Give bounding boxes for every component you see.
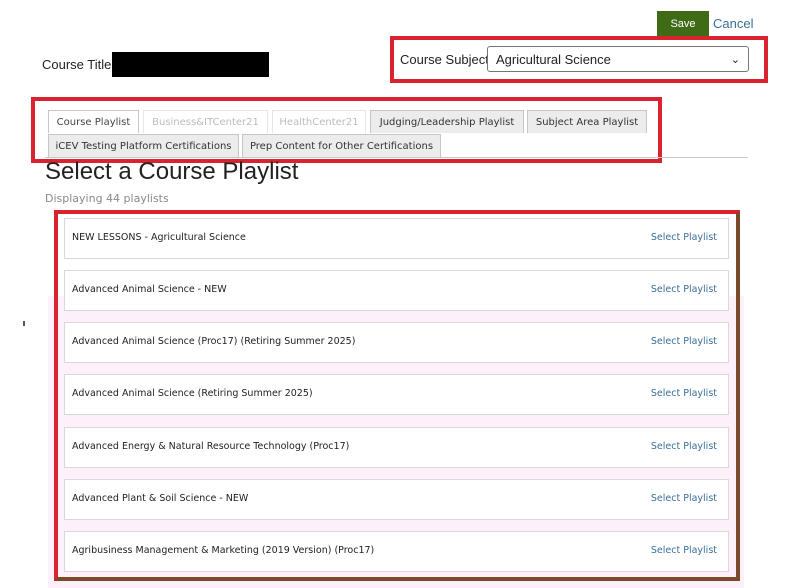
- tab-label: HealthCenter21: [279, 116, 359, 128]
- tab-label: Judging/Leadership Playlist: [379, 116, 515, 128]
- tab-judging-leadership[interactable]: Judging/Leadership Playlist: [370, 110, 524, 133]
- playlist-name: Advanced Animal Science - NEW: [72, 284, 227, 295]
- tab-label: Course Playlist: [56, 116, 131, 128]
- select-playlist-link[interactable]: Select Playlist: [651, 545, 717, 556]
- playlist-count: Displaying 44 playlists: [45, 192, 169, 205]
- select-playlist-link[interactable]: Select Playlist: [651, 441, 717, 452]
- course-subject-value: Agricultural Science: [496, 51, 611, 67]
- tab-business-itcenter21[interactable]: Business&ITCenter21: [143, 110, 268, 133]
- playlist-name: Advanced Animal Science (Proc17) (Retiri…: [72, 336, 356, 347]
- chevron-down-icon: ⌄: [730, 53, 740, 66]
- tab-label: Prep Content for Other Certifications: [249, 140, 434, 152]
- course-title-field[interactable]: [112, 52, 269, 77]
- playlist-row: Advanced Animal Science (Retiring Summer…: [64, 374, 729, 415]
- playlist-row: Advanced Energy & Natural Resource Techn…: [64, 427, 729, 468]
- tab-label: iCEV Testing Platform Certifications: [55, 140, 232, 152]
- playlist-row: Agribusiness Management & Marketing (201…: [64, 531, 729, 572]
- cancel-link[interactable]: Cancel: [713, 16, 753, 31]
- playlist-name: Advanced Energy & Natural Resource Techn…: [72, 441, 350, 452]
- tab-course-playlist[interactable]: Course Playlist: [48, 110, 139, 133]
- course-subject-label: Course Subject:: [400, 52, 493, 67]
- tab-label: Business&ITCenter21: [152, 116, 259, 128]
- tab-icev-testing[interactable]: iCEV Testing Platform Certifications: [48, 134, 239, 157]
- scroll-marker: [23, 321, 25, 326]
- select-playlist-link[interactable]: Select Playlist: [651, 284, 717, 295]
- tab-subject-area[interactable]: Subject Area Playlist: [527, 110, 647, 133]
- page-title: Select a Course Playlist: [45, 158, 299, 185]
- playlist-row: Advanced Animal Science (Proc17) (Retiri…: [64, 322, 729, 363]
- course-title-label: Course Title:: [42, 57, 115, 72]
- select-playlist-link[interactable]: Select Playlist: [651, 388, 717, 399]
- save-button[interactable]: Save: [657, 11, 709, 37]
- playlist-row: Advanced Animal Science - NEW Select Pla…: [64, 270, 729, 311]
- tab-label: Subject Area Playlist: [535, 116, 639, 128]
- playlist-row: Advanced Plant & Soil Science - NEW Sele…: [64, 479, 729, 520]
- select-playlist-link[interactable]: Select Playlist: [651, 232, 717, 243]
- tab-prep-content[interactable]: Prep Content for Other Certifications: [242, 134, 441, 157]
- select-playlist-link[interactable]: Select Playlist: [651, 493, 717, 504]
- playlist-name: Advanced Plant & Soil Science - NEW: [72, 493, 249, 504]
- course-subject-select[interactable]: Agricultural Science ⌄: [487, 46, 749, 72]
- playlist-name: NEW LESSONS - Agricultural Science: [72, 232, 246, 243]
- tab-healthcenter21[interactable]: HealthCenter21: [272, 110, 366, 133]
- select-playlist-link[interactable]: Select Playlist: [651, 336, 717, 347]
- playlist-name: Agribusiness Management & Marketing (201…: [72, 545, 375, 556]
- playlist-row: NEW LESSONS - Agricultural Science Selec…: [64, 218, 729, 259]
- playlist-name: Advanced Animal Science (Retiring Summer…: [72, 388, 313, 399]
